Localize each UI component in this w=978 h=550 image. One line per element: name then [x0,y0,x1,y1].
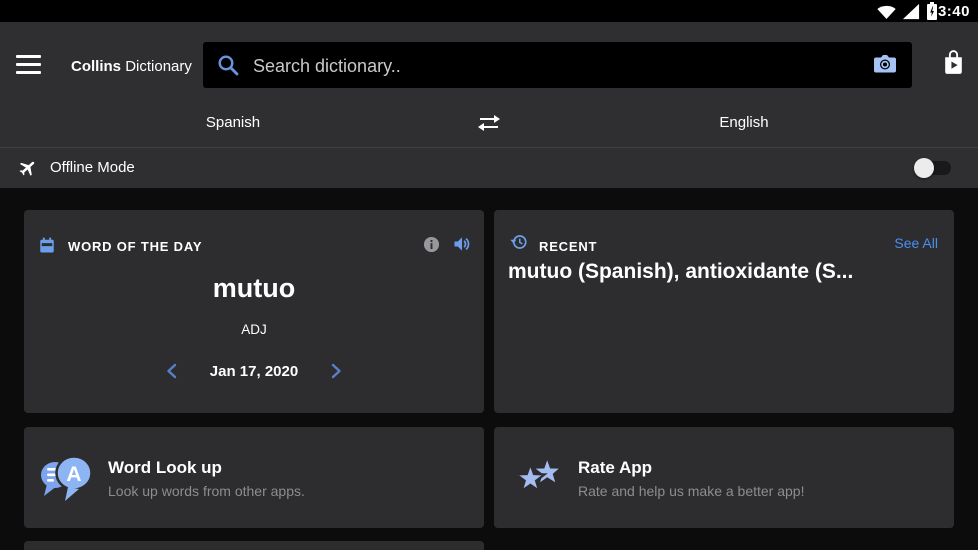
word-of-day-pos: ADJ [241,322,267,337]
word-of-day-date: Jan 17, 2020 [209,362,299,380]
app-screen: 3:40 Collins Dictionary Search dictionar… [0,0,978,550]
language-source[interactable]: Spanish [206,114,260,131]
airplane-icon [19,161,35,176]
offline-mode-toggle[interactable] [914,158,954,178]
chevron-right-icon[interactable] [328,362,344,380]
toggle-thumb [914,158,934,178]
search-input[interactable] [251,42,815,90]
recent-items-preview[interactable]: mutuo (Spanish), antioxidante (S... [508,260,940,284]
recent-card[interactable]: RECENT See All mutuo (Spanish), antioxid… [494,210,954,413]
rate-app-card[interactable]: Rate App Rate and help us make a better … [494,427,954,528]
status-bar: 3:40 [0,0,978,22]
swap-arrows-icon[interactable] [475,111,503,135]
see-all-link[interactable]: See All [894,235,938,251]
history-icon [510,235,527,249]
word-of-day-word[interactable]: mutuo [24,273,484,304]
app-title-regular: Dictionary [125,58,192,75]
language-bar: Spanish English [0,100,978,147]
app-title: Collins Dictionary [71,58,192,75]
shop-bag-icon[interactable] [941,49,966,76]
info-icon[interactable] [423,236,440,253]
app-header: Collins Dictionary Spanish [0,22,978,188]
word-of-day-title: WORD OF THE DAY [68,239,203,254]
word-of-day-date-nav: Jan 17, 2020 [24,362,484,380]
cell-signal-icon [902,3,920,20]
offline-mode-row: Offline Mode [0,147,978,189]
word-of-day-card[interactable]: WORD OF THE DAY mutuo ADJ Jan 17, 2020 [24,210,484,413]
language-target[interactable]: English [719,114,768,131]
word-of-day-header: WORD OF THE DAY [24,210,484,258]
stars-icon [512,460,559,494]
app-title-bold: Collins [71,58,122,75]
battery-charging-icon [927,2,937,20]
svg-text:A: A [66,463,81,486]
partial-card [24,541,484,550]
search-box[interactable] [203,42,912,90]
chat-bubbles-icon: A [41,455,93,501]
status-time: 3:40 [937,3,970,20]
wifi-icon [877,5,896,20]
chevron-left-icon[interactable] [164,362,180,380]
rate-app-title: Rate App [578,458,652,477]
offline-mode-label: Offline Mode [50,159,135,176]
search-icon [218,55,239,76]
word-lookup-subtitle: Look up words from other apps. [108,483,305,499]
recent-header: RECENT See All [494,210,954,258]
menu-icon[interactable] [16,55,41,74]
recent-title: RECENT [539,239,598,254]
calendar-icon [40,237,54,253]
word-lookup-title: Word Look up [108,458,222,477]
rate-app-subtitle: Rate and help us make a better app! [578,483,805,499]
word-lookup-card[interactable]: A Word Look up Look up words from other … [24,427,484,528]
camera-icon[interactable] [871,52,899,76]
speaker-icon[interactable] [452,234,472,254]
